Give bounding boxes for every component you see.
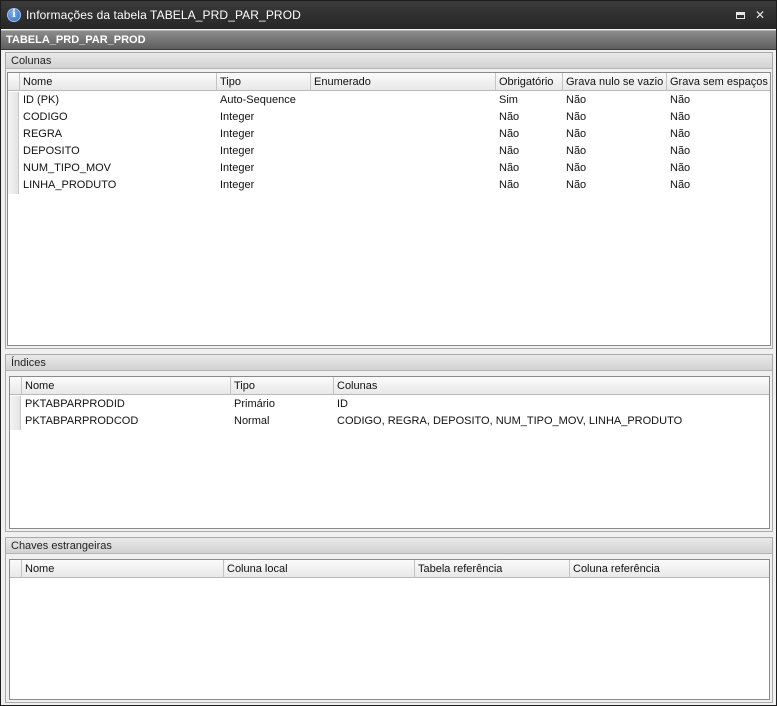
table-cell: Integer [220, 145, 255, 157]
table-cell: Não [670, 128, 691, 140]
table-cell: Normal [234, 415, 270, 427]
table-cell: Não [566, 128, 587, 140]
indexes-grid-header: Nome Tipo Colunas [10, 377, 769, 395]
column-header-enumerado[interactable]: Enumerado [311, 73, 496, 91]
table-row[interactable]: CODIGO Integer Não Não Não [8, 109, 770, 126]
table-cell: DEPOSITO [23, 145, 80, 157]
table-cell: Não [566, 145, 587, 157]
table-cell: Não [566, 162, 587, 174]
row-indicator[interactable] [8, 143, 19, 160]
column-header-nome[interactable]: Nome [20, 73, 217, 91]
table-cell: Auto-Sequence [220, 94, 296, 106]
table-cell [311, 143, 314, 160]
table-cell: Integer [220, 179, 255, 191]
table-cell [311, 160, 314, 177]
indexes-group-header: Índices [6, 355, 772, 371]
row-indicator[interactable] [8, 160, 19, 177]
table-cell [311, 126, 314, 143]
info-icon: i [7, 8, 21, 22]
table-cell: Integer [220, 111, 255, 123]
table-row[interactable]: NUM_TIPO_MOV Integer Não Não Não [8, 160, 770, 177]
table-cell: PKTABPARPRODID [25, 398, 125, 410]
table-row[interactable]: PKTABPARPRODID Primário ID [10, 396, 769, 413]
table-row[interactable]: REGRA Integer Não Não Não [8, 126, 770, 143]
table-cell: Sim [499, 94, 518, 106]
foreign-keys-grid-header: Nome Coluna local Tabela referência Colu… [10, 560, 769, 578]
table-cell: NUM_TIPO_MOV [23, 162, 112, 174]
table-cell: CODIGO, REGRA, DEPOSITO, NUM_TIPO_MOV, L… [337, 415, 683, 427]
table-row[interactable]: ID (PK) Auto-Sequence Sim Não Não [8, 92, 770, 109]
row-indicator-header [10, 560, 22, 578]
table-cell: Não [670, 94, 691, 106]
table-cell [311, 177, 314, 194]
foreign-keys-group: Chaves estrangeiras Nome Coluna local Ta… [5, 537, 773, 703]
row-indicator[interactable] [8, 126, 19, 143]
row-indicator[interactable] [8, 92, 19, 109]
table-cell: Integer [220, 162, 255, 174]
columns-grid-header: Nome Tipo Enumerado Obrigatório Grava nu… [8, 73, 770, 91]
row-indicator[interactable] [8, 177, 19, 194]
column-header-tabela-referencia[interactable]: Tabela referência [415, 560, 570, 578]
table-cell: REGRA [23, 128, 63, 140]
row-indicator-header [10, 377, 22, 395]
column-header-obrigatorio[interactable]: Obrigatório [496, 73, 563, 91]
table-cell: Primário [234, 398, 275, 410]
row-indicator-header [8, 73, 20, 91]
table-cell: Não [670, 162, 691, 174]
indexes-group: Índices Nome Tipo Colunas PKTABPARPRODID… [5, 354, 773, 532]
table-row[interactable]: PKTABPARPRODCOD Normal CODIGO, REGRA, DEPO… [10, 413, 769, 430]
table-cell: LINHA_PRODUTO [23, 179, 117, 191]
column-header-coluna-local[interactable]: Coluna local [224, 560, 415, 578]
table-cell: Não [499, 162, 520, 174]
maximize-button[interactable] [732, 7, 748, 23]
column-header-colunas[interactable]: Colunas [334, 377, 769, 395]
column-header-coluna-referencia[interactable]: Coluna referência [570, 560, 769, 578]
table-cell: Não [566, 111, 587, 123]
table-cell: ID (PK) [23, 94, 60, 106]
table-cell [311, 109, 314, 126]
maximize-icon [735, 12, 745, 19]
table-cell: Não [566, 179, 587, 191]
row-indicator[interactable] [10, 413, 21, 430]
column-header-tipo[interactable]: Tipo [231, 377, 334, 395]
column-header-nome[interactable]: Nome [22, 377, 231, 395]
window-title: Informações da tabela TABELA_PRD_PAR_PRO… [26, 8, 301, 22]
table-row[interactable]: LINHA_PRODUTO Integer Não Não Não [8, 177, 770, 194]
foreign-keys-grid[interactable]: Nome Coluna local Tabela referência Colu… [9, 559, 770, 700]
table-row[interactable]: DEPOSITO Integer Não Não Não [8, 143, 770, 160]
table-cell: Não [499, 145, 520, 157]
table-cell: Não [670, 145, 691, 157]
column-header-nome[interactable]: Nome [22, 560, 224, 578]
table-cell: ID [337, 398, 348, 410]
columns-grid[interactable]: Nome Tipo Enumerado Obrigatório Grava nu… [7, 72, 771, 346]
foreign-keys-group-header: Chaves estrangeiras [6, 538, 772, 554]
indexes-grid[interactable]: Nome Tipo Colunas PKTABPARPRODID Primário… [9, 376, 770, 529]
table-cell: Não [670, 111, 691, 123]
column-header-grava-sem-espacos[interactable]: Grava sem espaços [667, 73, 770, 91]
table-cell: Não [670, 179, 691, 191]
columns-group-header: Colunas [6, 53, 772, 69]
column-header-grava-nulo[interactable]: Grava nulo se vazio [563, 73, 667, 91]
table-cell: PKTABPARPRODCOD [25, 415, 139, 427]
table-cell: Não [499, 111, 520, 123]
table-name-header: TABELA_PRD_PAR_PROD [1, 30, 776, 50]
table-cell: CODIGO [23, 111, 68, 123]
table-cell: Integer [220, 128, 255, 140]
table-cell: Não [566, 94, 587, 106]
row-indicator[interactable] [10, 396, 21, 413]
table-cell [311, 92, 314, 109]
table-cell: Não [499, 128, 520, 140]
close-button[interactable]: ✕ [752, 7, 768, 23]
columns-group: Colunas Nome Tipo Enumerado Obrigatório … [5, 52, 773, 349]
column-header-tipo[interactable]: Tipo [217, 73, 311, 91]
table-info-window: i Informações da tabela TABELA_PRD_PAR_P… [0, 0, 777, 706]
title-bar: i Informações da tabela TABELA_PRD_PAR_P… [1, 1, 776, 29]
table-cell: Não [499, 179, 520, 191]
close-icon: ✕ [754, 8, 766, 22]
row-indicator[interactable] [8, 109, 19, 126]
